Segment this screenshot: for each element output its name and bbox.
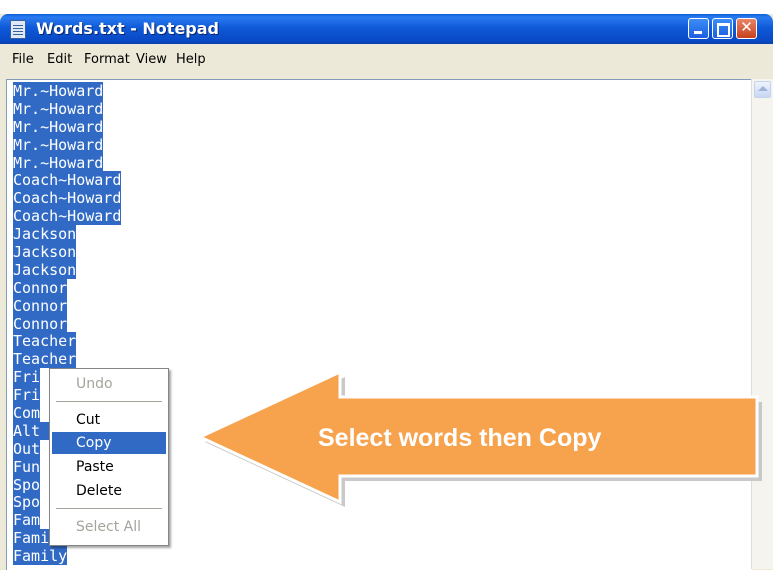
callout-label: Select words then Copy (318, 424, 602, 452)
callout-arrow (196, 369, 762, 507)
